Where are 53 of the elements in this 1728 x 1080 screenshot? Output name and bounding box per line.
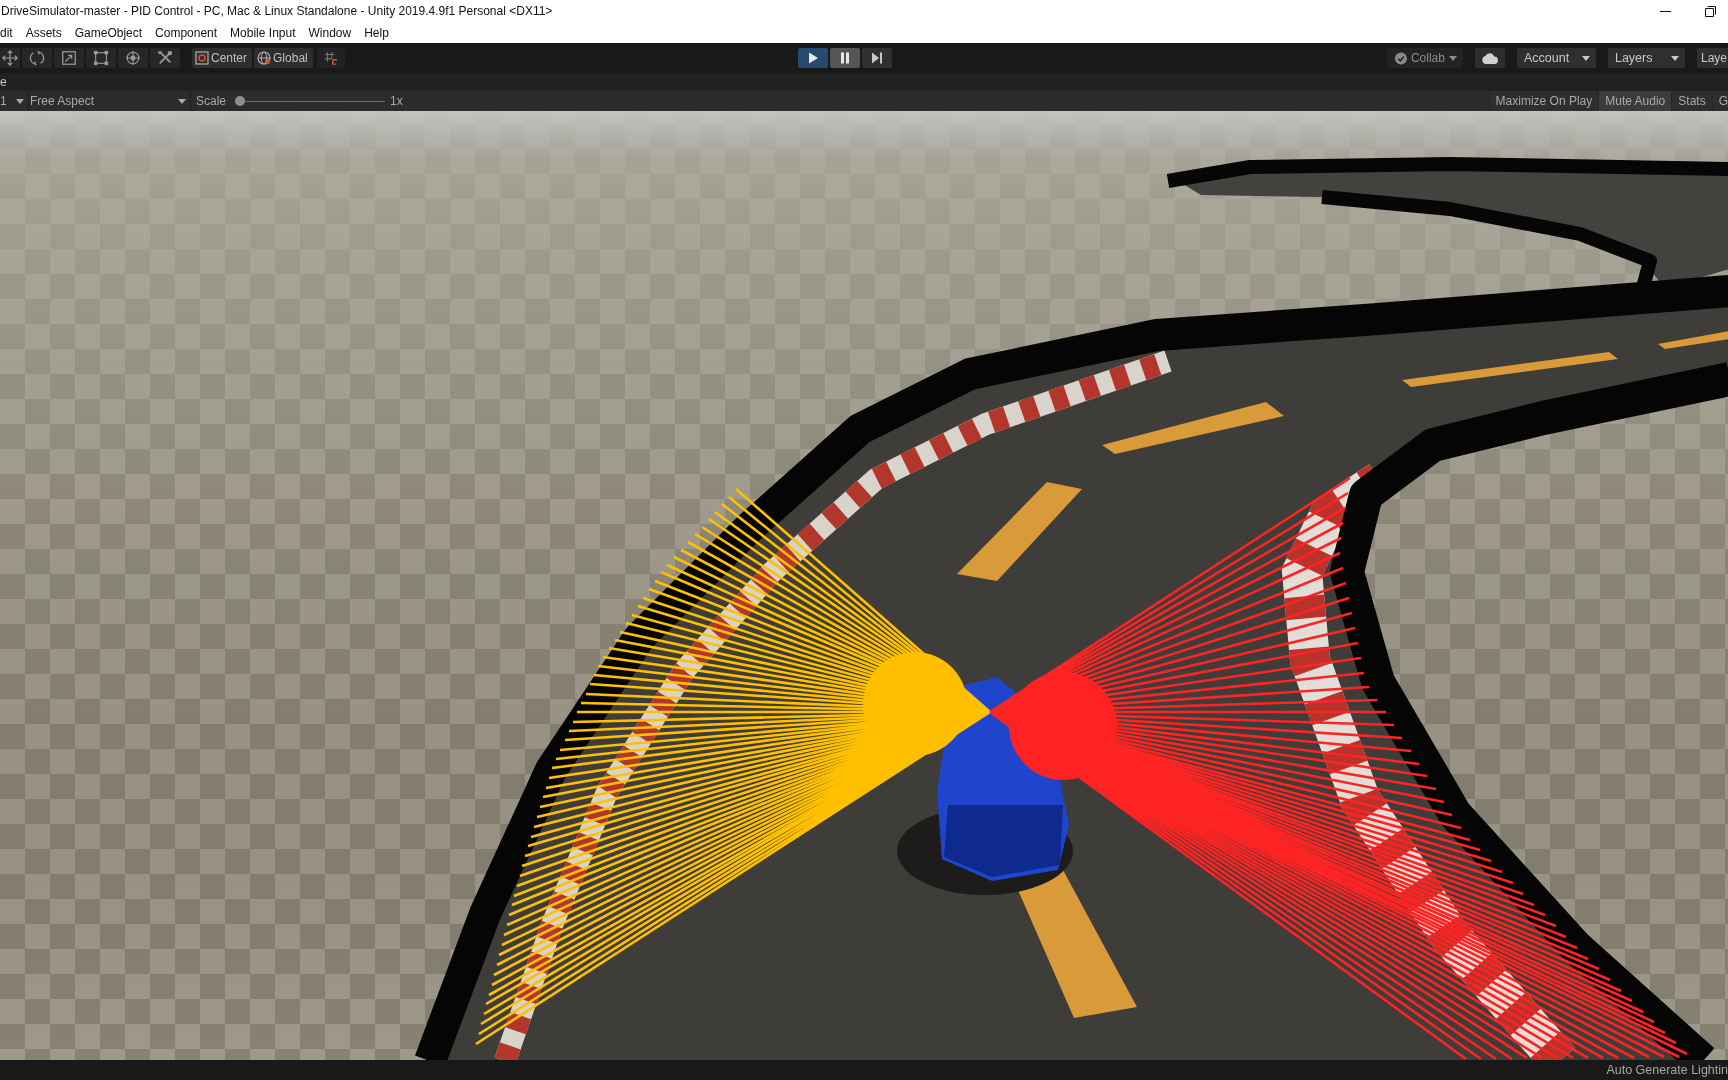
step-button[interactable] xyxy=(861,48,892,68)
rotate-arrows-icon xyxy=(29,50,45,66)
scale-value: 1x xyxy=(390,94,403,108)
play-button[interactable] xyxy=(797,48,828,68)
pivot-mode-button[interactable]: Center xyxy=(192,48,253,68)
display-dropdown[interactable]: 1 xyxy=(0,91,29,111)
window-title: DriveSimulator-master - PID Control - PC, Mac & Linux Standalone - Unity 2019.4.9f1 Personal <DX11> xyxy=(0,4,553,18)
rotate-tool-button[interactable] xyxy=(22,48,52,68)
caret-icon xyxy=(178,98,186,104)
menu-item[interactable]: GameObject xyxy=(74,25,143,40)
minimize-icon[interactable] xyxy=(1660,10,1671,12)
scale-tool-button[interactable] xyxy=(54,48,84,68)
caret-icon xyxy=(1670,55,1679,61)
four-way-arrows-icon xyxy=(2,50,18,66)
menu-item[interactable]: Window xyxy=(308,25,352,40)
restore-icon[interactable] xyxy=(1705,5,1716,17)
pivot-rotation-button[interactable]: Global xyxy=(254,48,313,68)
menu-item[interactable]: Help xyxy=(364,25,389,40)
cloud-button[interactable] xyxy=(1474,48,1505,68)
menu-item[interactable]: Mobile Input xyxy=(230,25,296,40)
cloud-icon xyxy=(1481,52,1498,64)
scale-square-icon xyxy=(61,50,77,66)
pause-button[interactable] xyxy=(829,48,860,68)
layers-dropdown[interactable]: Layers xyxy=(1607,48,1685,68)
aspect-dropdown[interactable]: Free Aspect xyxy=(29,91,191,111)
menu-item[interactable]: dit xyxy=(0,25,13,40)
pivot-center-icon xyxy=(195,51,209,65)
check-circle-icon xyxy=(1394,51,1407,65)
scale-slider[interactable] xyxy=(235,96,386,106)
menu-item[interactable]: Component xyxy=(155,25,218,40)
move-tool-button[interactable] xyxy=(0,48,20,68)
menu-item[interactable]: Assets xyxy=(25,25,62,40)
transform-tool-button[interactable] xyxy=(118,48,148,68)
grid-snap-icon xyxy=(323,51,338,65)
scale-label: Scale xyxy=(196,94,227,108)
rect-tool-button[interactable] xyxy=(86,48,116,68)
pause-icon xyxy=(838,52,851,64)
rect-handles-icon xyxy=(93,50,109,66)
account-dropdown[interactable]: Account xyxy=(1516,48,1596,68)
transform-gizmo-icon xyxy=(125,50,141,66)
view-toggle-button[interactable]: Mute Audio xyxy=(1598,91,1672,111)
caret-icon xyxy=(1448,55,1457,61)
step-icon xyxy=(870,52,883,64)
globe-icon xyxy=(257,51,272,65)
layout-dropdown[interactable]: Laye xyxy=(1696,48,1728,68)
grid-snap-button[interactable] xyxy=(316,48,345,68)
custom-tool-button[interactable] xyxy=(150,48,180,68)
caret-icon xyxy=(1581,55,1590,61)
slider-thumb[interactable] xyxy=(235,96,246,106)
crossed-tools-icon xyxy=(157,50,173,66)
status-message: Auto Generate Lightin xyxy=(1606,1063,1728,1077)
play-icon xyxy=(806,52,819,64)
caret-icon xyxy=(16,98,24,104)
